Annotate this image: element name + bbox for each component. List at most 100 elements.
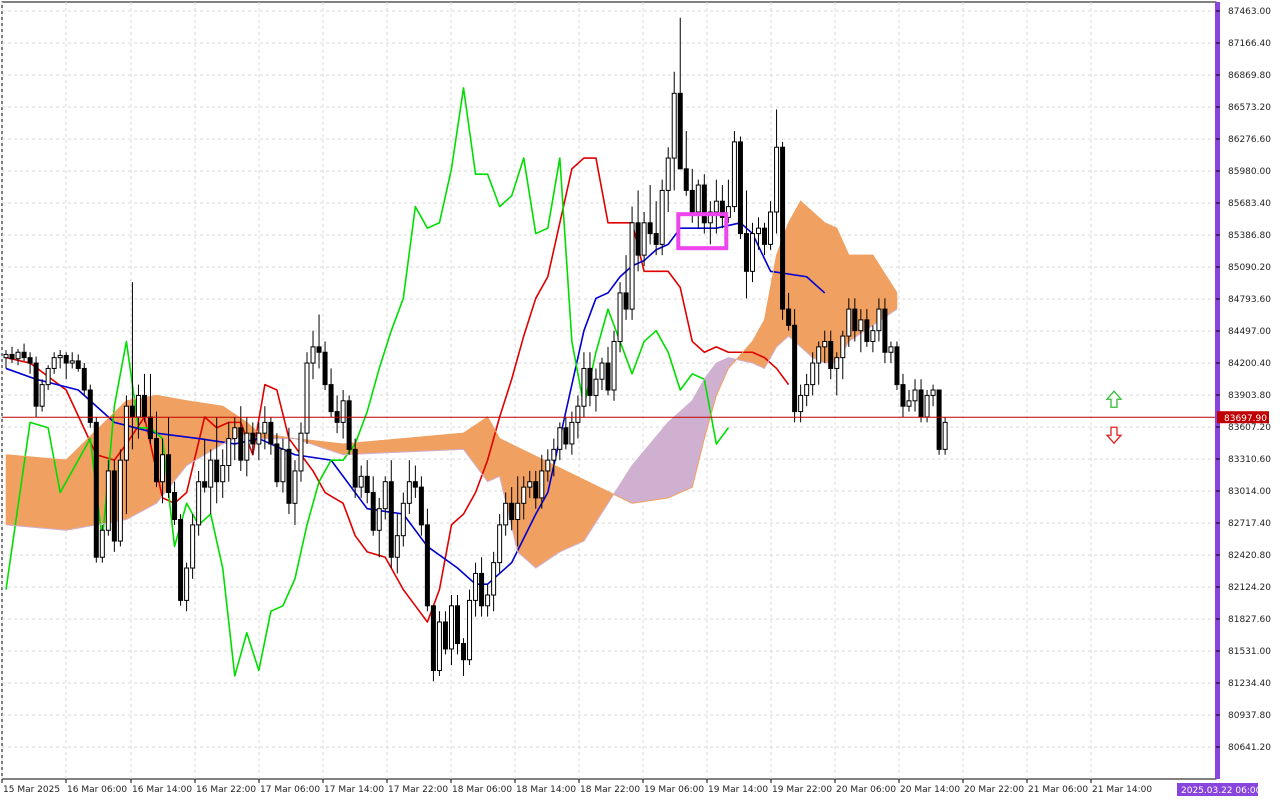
- candle[interactable]: [683, 131, 689, 196]
- candle[interactable]: [406, 460, 412, 515]
- candle[interactable]: [442, 611, 448, 655]
- candle[interactable]: [707, 201, 713, 245]
- candle[interactable]: [593, 368, 599, 412]
- candle[interactable]: [184, 562, 190, 612]
- candle[interactable]: [629, 206, 635, 320]
- price-chart[interactable]: 87463.00 87166.40 86869.80 86573.20 86276.60…: [0, 0, 1280, 800]
- candle[interactable]: [491, 551, 497, 612]
- candle[interactable]: [448, 595, 454, 666]
- candle[interactable]: [322, 341, 328, 391]
- candle[interactable]: [677, 17, 683, 170]
- candle[interactable]: [63, 352, 69, 380]
- candle[interactable]: [792, 309, 798, 423]
- candle[interactable]: [894, 341, 900, 391]
- candle[interactable]: [436, 611, 442, 676]
- candlestick-chart-svg[interactable]: 87463.00 87166.40 86869.80 86573.20 86276.60…: [0, 0, 1280, 800]
- candle[interactable]: [737, 136, 743, 239]
- candle[interactable]: [304, 352, 310, 444]
- candle[interactable]: [346, 395, 352, 455]
- candle[interactable]: [780, 141, 786, 320]
- candle[interactable]: [364, 460, 370, 504]
- candle[interactable]: [485, 584, 491, 617]
- candle[interactable]: [33, 356, 39, 417]
- candle[interactable]: [888, 341, 894, 364]
- candle[interactable]: [376, 497, 382, 558]
- candle[interactable]: [762, 222, 768, 256]
- candle[interactable]: [172, 481, 178, 525]
- candle[interactable]: [310, 330, 316, 380]
- candle[interactable]: [87, 384, 93, 428]
- candle[interactable]: [743, 190, 749, 299]
- candle[interactable]: [45, 365, 51, 391]
- candle[interactable]: [238, 406, 244, 471]
- candle[interactable]: [3, 350, 9, 369]
- candle[interactable]: [912, 379, 918, 412]
- candle[interactable]: [563, 416, 569, 450]
- candle[interactable]: [430, 605, 436, 682]
- candle[interactable]: [388, 460, 394, 569]
- candle[interactable]: [665, 147, 671, 212]
- candle[interactable]: [768, 201, 774, 250]
- candle[interactable]: [473, 562, 479, 617]
- candle[interactable]: [81, 363, 87, 396]
- candle[interactable]: [69, 352, 75, 369]
- candle[interactable]: [587, 352, 593, 407]
- candle[interactable]: [334, 395, 340, 434]
- candle[interactable]: [400, 492, 406, 547]
- candle[interactable]: [906, 390, 912, 412]
- candle[interactable]: [117, 449, 123, 547]
- candle[interactable]: [713, 179, 719, 234]
- candle[interactable]: [268, 416, 274, 455]
- candle[interactable]: [328, 368, 334, 417]
- candle[interactable]: [918, 379, 924, 423]
- candle[interactable]: [731, 131, 737, 212]
- candle[interactable]: [75, 354, 81, 372]
- candle[interactable]: [141, 373, 147, 423]
- candle[interactable]: [274, 433, 280, 488]
- candle[interactable]: [605, 346, 611, 396]
- candle[interactable]: [412, 465, 418, 498]
- candle[interactable]: [418, 476, 424, 536]
- candle[interactable]: [617, 282, 623, 353]
- candle[interactable]: [719, 185, 725, 229]
- candle[interactable]: [455, 595, 460, 655]
- candle[interactable]: [840, 330, 846, 380]
- candle[interactable]: [39, 379, 45, 412]
- candle[interactable]: [190, 514, 196, 579]
- cursor-bar[interactable]: [1215, 2, 1220, 779]
- candle[interactable]: [51, 352, 57, 374]
- candle[interactable]: [653, 201, 659, 256]
- candle[interactable]: [581, 352, 587, 417]
- candle[interactable]: [358, 465, 364, 498]
- candle[interactable]: [262, 406, 268, 450]
- candle[interactable]: [340, 390, 346, 439]
- candle[interactable]: [292, 460, 298, 525]
- candle[interactable]: [930, 384, 936, 407]
- candle[interactable]: [424, 508, 430, 612]
- candle[interactable]: [21, 343, 27, 361]
- candle[interactable]: [942, 416, 948, 455]
- candle[interactable]: [936, 389, 942, 455]
- candle[interactable]: [27, 352, 33, 374]
- candle[interactable]: [196, 470, 202, 536]
- candle[interactable]: [316, 314, 322, 369]
- candle[interactable]: [111, 460, 117, 552]
- candle[interactable]: [99, 524, 105, 563]
- candle[interactable]: [695, 179, 701, 229]
- candle[interactable]: [804, 373, 810, 407]
- candle[interactable]: [671, 71, 677, 191]
- candle[interactable]: [467, 589, 473, 666]
- candle[interactable]: [57, 350, 63, 369]
- candle[interactable]: [479, 557, 485, 617]
- candle[interactable]: [623, 255, 629, 320]
- candle[interactable]: [611, 330, 617, 401]
- candle[interactable]: [105, 460, 111, 536]
- candle[interactable]: [774, 109, 780, 234]
- candle[interactable]: [9, 346, 15, 364]
- candle[interactable]: [178, 514, 184, 606]
- candle[interactable]: [701, 174, 707, 234]
- candle[interactable]: [370, 476, 376, 536]
- candle[interactable]: [870, 325, 876, 353]
- candle[interactable]: [93, 416, 99, 563]
- candle[interactable]: [816, 341, 822, 385]
